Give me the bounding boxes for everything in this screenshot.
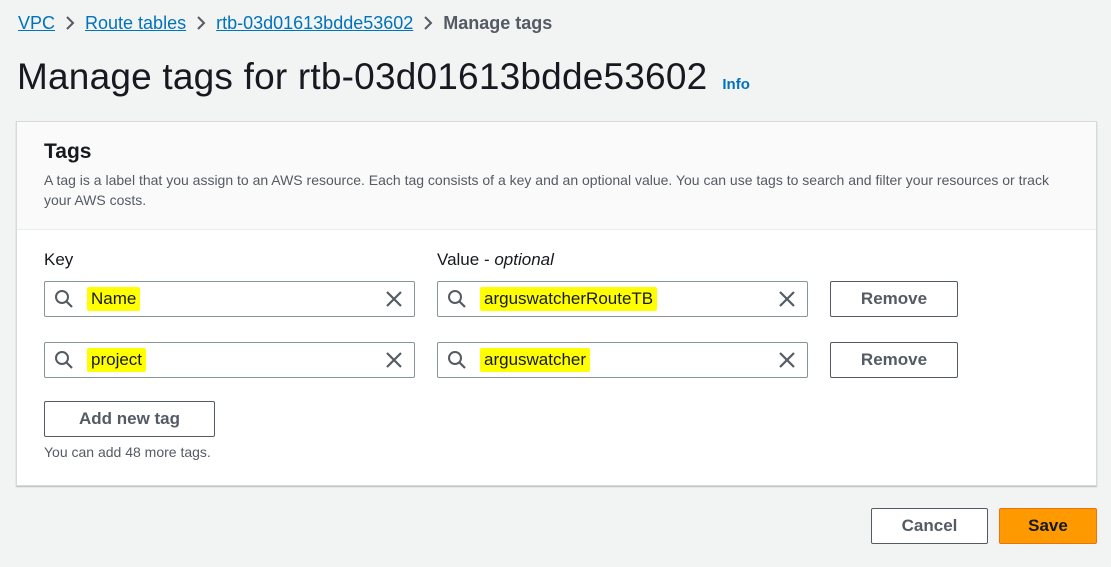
clear-icon[interactable] [384,350,404,370]
tags-description: A tag is a label that you assign to an A… [44,172,1049,208]
tags-panel: Tags A tag is a label that you assign to… [16,121,1097,486]
chevron-right-icon [55,15,85,31]
chevron-right-icon [413,15,443,31]
tag-value-input[interactable]: arguswatcherRouteTB [437,281,808,317]
breadcrumb-route-table-link[interactable]: rtb-03d01613bdde53602 [216,13,413,34]
clear-icon[interactable] [384,289,404,309]
tag-key-input[interactable]: Name [44,281,415,317]
tag-value-value: arguswatcherRouteTB [480,287,658,311]
remove-tag-button[interactable]: Remove [830,342,958,378]
value-label-text: Value - [437,250,495,269]
search-icon [54,350,74,370]
clear-icon[interactable] [777,350,797,370]
save-button[interactable]: Save [999,508,1097,544]
clear-icon[interactable] [777,289,797,309]
tag-key-value: Name [87,287,141,311]
optional-label: optional [494,250,554,269]
breadcrumb-current: Manage tags [443,12,553,33]
breadcrumb-route-tables-link[interactable]: Route tables [85,13,186,34]
tag-value-value: arguswatcher [480,348,591,372]
search-icon [447,289,467,309]
breadcrumb: VPC Route tables rtb-03d01613bdde53602 M… [18,11,552,35]
page-header: Manage tags for rtb-03d01613bdde53602 In… [17,56,750,98]
tag-value-input[interactable]: arguswatcher [437,342,808,378]
cancel-button[interactable]: Cancel [871,508,988,544]
remaining-tags-hint: You can add 48 more tags. [44,444,211,460]
breadcrumb-vpc-link[interactable]: VPC [18,13,55,34]
key-column-label: Key [44,250,74,269]
tags-heading: Tags [44,140,92,163]
remove-tag-button[interactable]: Remove [830,281,958,317]
tag-key-value: project [87,348,147,372]
search-icon [54,289,74,309]
value-column-label: Value - optional [437,250,554,270]
add-new-tag-button[interactable]: Add new tag [44,401,215,437]
chevron-right-icon [186,15,216,31]
tags-panel-header: Tags A tag is a label that you assign to… [17,122,1096,230]
tag-key-input[interactable]: project [44,342,415,378]
search-icon [447,350,467,370]
info-link[interactable]: Info [722,76,750,93]
page-title: Manage tags for rtb-03d01613bdde53602 [17,56,708,97]
